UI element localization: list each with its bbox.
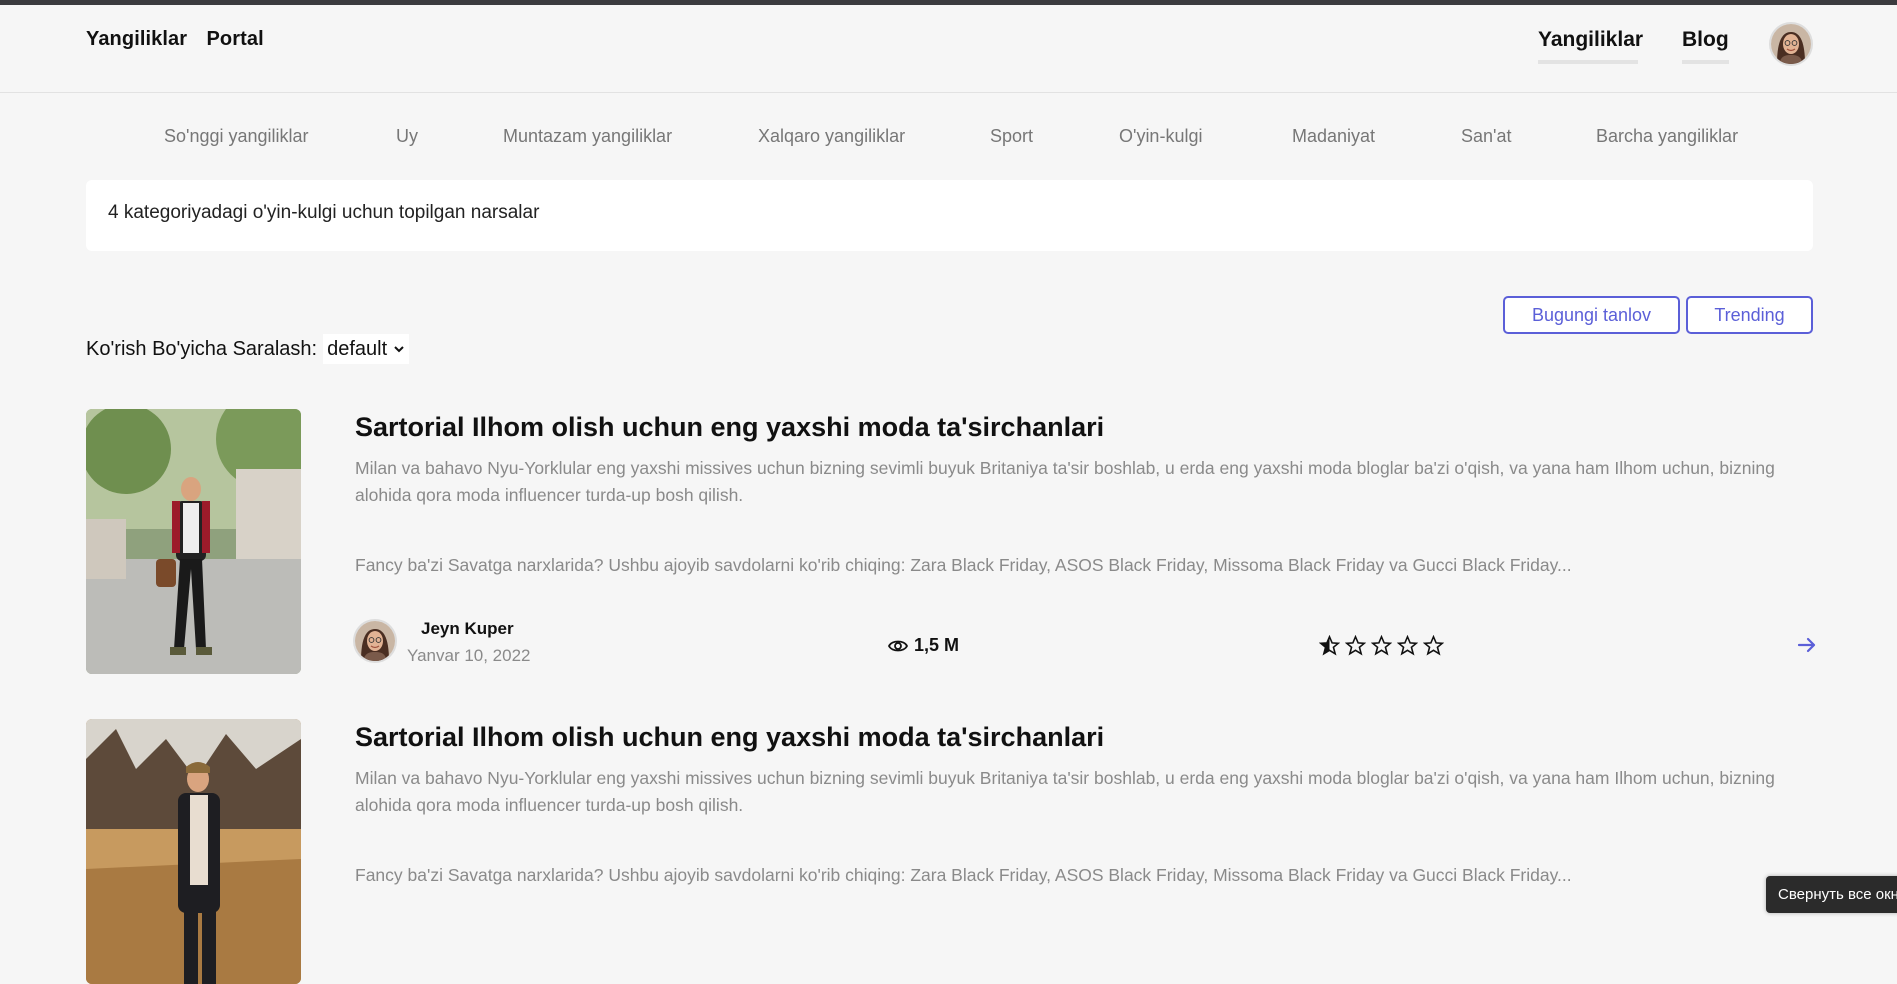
category-art[interactable]: San'at: [1461, 126, 1511, 147]
sort-select-value: default: [327, 337, 388, 360]
category-home[interactable]: Uy: [396, 126, 418, 147]
category-regular-news[interactable]: Muntazam yangiliklar: [503, 126, 672, 147]
star-empty-icon[interactable]: [1423, 635, 1444, 656]
sort-label: Ko'rish Bo'yicha Saralash:: [86, 337, 318, 360]
category-all-news[interactable]: Barcha yangiliklar: [1596, 126, 1738, 147]
category-entertainment[interactable]: O'yin-kulgi: [1119, 126, 1202, 147]
nav-link-news[interactable]: Yangiliklar: [1538, 28, 1643, 64]
category-latest-news[interactable]: So'nggi yangiliklar: [164, 126, 309, 147]
article-teaser: Fancy ba'zi Savatga narxlarida? Ushbu aj…: [355, 865, 1572, 885]
category-nav: So'nggi yangiliklar Uy Muntazam yangilik…: [0, 126, 1897, 156]
article-card[interactable]: Sartorial Ilhom olish uchun eng yaxshi m…: [86, 409, 1816, 674]
sort-control: Ko'rish Bo'yicha Saralash: default: [86, 334, 410, 364]
article-teaser: Fancy ba'zi Savatga narxlarida? Ushbu aj…: [355, 555, 1572, 575]
author-avatar: [355, 621, 395, 661]
star-empty-icon[interactable]: [1397, 635, 1418, 656]
article-card[interactable]: Sartorial Ilhom olish uchun eng yaxshi m…: [86, 719, 1813, 984]
publish-date: Yanvar 10, 2022: [407, 646, 531, 665]
category-culture[interactable]: Madaniyat: [1292, 126, 1375, 147]
article-title[interactable]: Sartorial Ilhom olish uchun eng yaxshi m…: [355, 412, 1104, 443]
star-empty-icon[interactable]: [1371, 635, 1392, 656]
search-result-banner: 4 kategoriyadagi o'yin-kulgi uchun topil…: [86, 180, 1813, 251]
rating-stars[interactable]: [1319, 635, 1444, 656]
star-half-icon[interactable]: [1319, 635, 1340, 656]
star-empty-icon[interactable]: [1345, 635, 1366, 656]
article-thumbnail[interactable]: [86, 409, 301, 674]
site-logo[interactable]: Yangiliklar Portal: [86, 28, 264, 51]
author-name: Jeyn Kuper: [421, 619, 514, 638]
eye-icon: [888, 640, 908, 651]
sort-select[interactable]: default: [323, 334, 410, 364]
todays-pick-button[interactable]: Bugungi tanlov: [1503, 296, 1680, 334]
os-tooltip: Свернуть все окна: [1766, 876, 1897, 913]
result-count-text: 4 kategoriyadagi o'yin-kulgi uchun topil…: [108, 202, 540, 223]
arrow-right-icon[interactable]: [1797, 635, 1817, 655]
view-count-value: 1,5 M: [914, 635, 960, 655]
category-international-news[interactable]: Xalqaro yangiliklar: [758, 126, 905, 147]
category-sport[interactable]: Sport: [990, 126, 1033, 147]
chevron-down-icon: [394, 346, 404, 353]
user-avatar[interactable]: [1771, 24, 1811, 64]
trending-button[interactable]: Trending: [1686, 296, 1813, 334]
view-count: 1,5 M: [888, 635, 959, 656]
site-header: Yangiliklar Portal Yangiliklar Blog: [0, 5, 1897, 93]
article-description: Milan va bahavo Nyu-Yorklular eng yaxshi…: [355, 768, 1775, 815]
article-description: Milan va bahavo Nyu-Yorklular eng yaxshi…: [355, 458, 1775, 505]
article-thumbnail[interactable]: [86, 719, 301, 984]
article-title[interactable]: Sartorial Ilhom olish uchun eng yaxshi m…: [355, 722, 1104, 753]
nav-link-blog[interactable]: Blog: [1682, 28, 1729, 64]
